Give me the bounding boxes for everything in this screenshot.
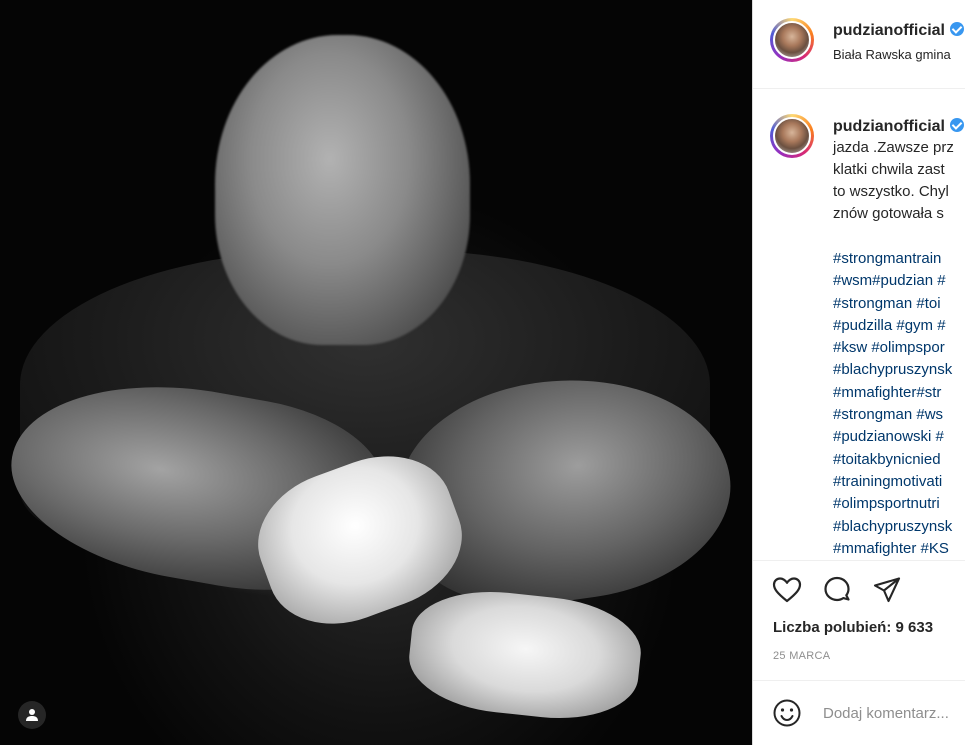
comment-icon[interactable]	[821, 574, 853, 606]
comment-divider	[753, 680, 965, 681]
hashtag-link[interactable]: #mmafighter#str	[833, 382, 952, 404]
caption-username-text[interactable]: pudzianofficial	[833, 118, 945, 135]
hashtag-link[interactable]: #ksw #olimpspor	[833, 337, 952, 359]
hashtag-link[interactable]: #mmafighter #KS	[833, 538, 952, 560]
hashtag-link[interactable]: #pudzilla #gym #	[833, 315, 952, 337]
user-tag-button[interactable]	[18, 701, 46, 729]
hashtag-link[interactable]: #strongman #toi	[833, 293, 952, 315]
heart-icon[interactable]	[771, 574, 803, 606]
post-side-panel: pudzianofficial Biała Rawska gmina pudzi…	[752, 0, 965, 745]
caption-hashtags: #strongmantrain #wsm#pudzian # #strongma…	[833, 248, 952, 560]
person-icon	[26, 709, 38, 721]
hashtag-link[interactable]: #blachypruszynsk	[833, 516, 952, 538]
photo-subject-head	[215, 35, 470, 345]
caption-avatar[interactable]	[770, 114, 814, 158]
hashtag-link[interactable]: #toitakbynicnied	[833, 449, 952, 471]
smiley-icon[interactable]	[771, 697, 803, 729]
hashtag-link[interactable]: #strongmantrain	[833, 248, 952, 270]
comment-input[interactable]	[823, 700, 965, 726]
verified-badge-icon	[950, 22, 964, 36]
caption-line: jazda .Zawsze prz	[833, 139, 954, 156]
header-username[interactable]: pudzianofficial	[833, 22, 964, 40]
hashtag-link[interactable]: #olimpsportnutri	[833, 493, 952, 515]
caption-line: klatki chwila zast	[833, 161, 945, 178]
verified-badge-icon	[950, 118, 964, 132]
caption-line: to wszystko. Chyl	[833, 183, 949, 200]
caption-username[interactable]: pudzianofficial	[833, 118, 964, 136]
hashtag-link[interactable]: #blachypruszynsk	[833, 359, 952, 381]
post-header: pudzianofficial Biała Rawska gmina	[753, 0, 965, 89]
hashtag-link[interactable]: #pudzianowski #	[833, 426, 952, 448]
header-avatar[interactable]	[770, 18, 814, 62]
hashtag-link[interactable]: #trainingmotivati	[833, 471, 952, 493]
post-date[interactable]: 25 MARCA	[773, 650, 830, 662]
header-username-text[interactable]: pudzianofficial	[833, 22, 945, 39]
photo-hand-wrap-lower	[404, 583, 646, 727]
post-photo[interactable]	[0, 0, 752, 745]
hashtag-link[interactable]: #wsm#pudzian #	[833, 270, 952, 292]
hashtag-link[interactable]: #strongman #ws	[833, 404, 952, 426]
caption-text: jazda .Zawsze prz klatki chwila zast to …	[833, 137, 965, 225]
actions-divider	[753, 560, 965, 561]
send-icon[interactable]	[871, 574, 903, 606]
header-location[interactable]: Biała Rawska gmina	[833, 47, 951, 62]
likes-count[interactable]: Liczba polubień: 9 633	[773, 619, 933, 636]
caption-line: znów gotowała s	[833, 205, 944, 222]
